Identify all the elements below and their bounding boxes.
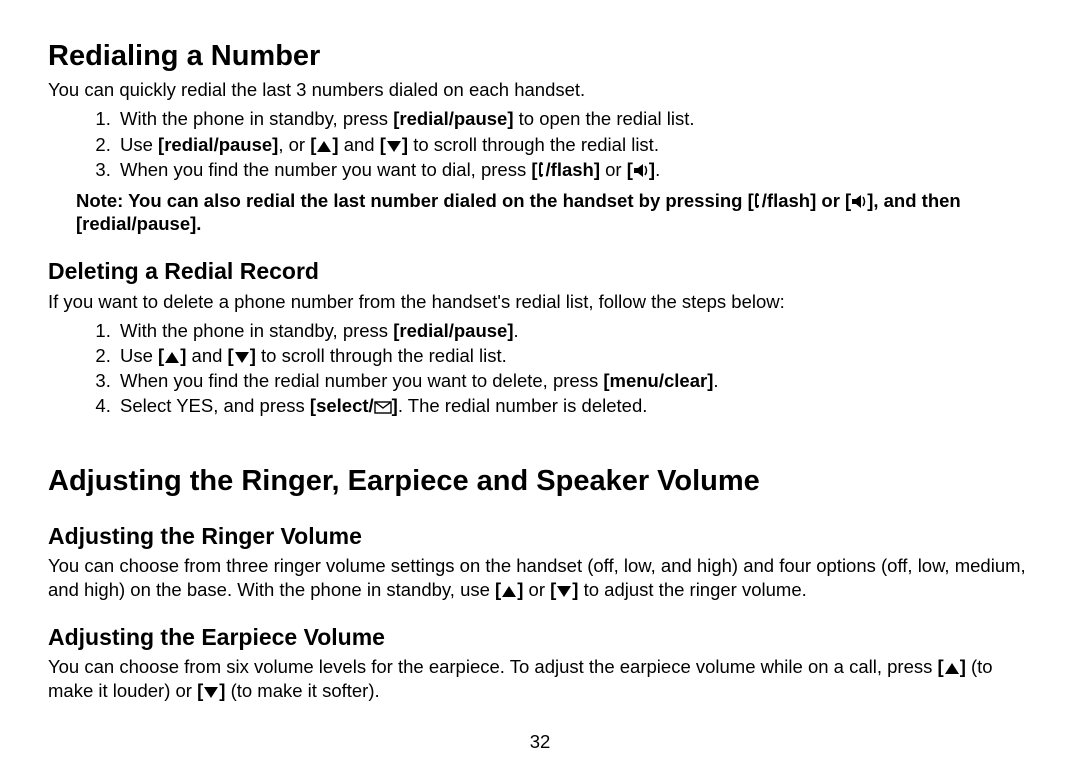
step-text: . The redial number is deleted. [398,395,648,416]
list-item: Select YES, and press [select/]. The red… [116,394,1032,417]
up-arrow-icon [316,140,332,153]
speaker-icon [851,194,867,209]
step-text: With the phone in standby, press [120,320,393,341]
phone-icon [538,161,546,178]
page-number: 32 [48,730,1032,753]
body-text: or [523,579,550,600]
note-redialing: Note: You can also redial the last numbe… [76,189,1032,235]
step-text: or [600,159,627,180]
up-arrow-icon [164,351,180,364]
up-arrow-icon [944,662,960,675]
key-flash: [/flash] [531,159,600,180]
step-text: When you find the number you want to dia… [120,159,531,180]
key-up: [] [310,134,338,155]
heading-deleting: Deleting a Redial Record [48,257,1032,286]
step-text: and [186,345,227,366]
body-text: (to make it softer). [225,680,379,701]
list-item: When you find the redial number you want… [116,369,1032,392]
envelope-icon [374,401,392,414]
key-down: [] [380,134,408,155]
down-arrow-icon [203,686,219,699]
steps-deleting: With the phone in standby, press [redial… [48,319,1032,418]
body-ringer-volume: You can choose from three ringer volume … [48,554,1032,600]
heading-earpiece-volume: Adjusting the Earpiece Volume [48,623,1032,652]
phone-icon [754,192,762,209]
key-up: [] [495,579,523,600]
step-text: With the phone in standby, press [120,108,393,129]
step-text: , or [278,134,310,155]
step-text: Use [120,345,158,366]
list-item: When you find the number you want to dia… [116,158,1032,181]
heading-ringer-volume: Adjusting the Ringer Volume [48,522,1032,551]
key-up: [] [938,656,966,677]
steps-redialing: With the phone in standby, press [redial… [48,107,1032,180]
down-arrow-icon [234,351,250,364]
key-down: [] [228,345,256,366]
key-down: [] [550,579,578,600]
note-text: Note: You can also redial the last numbe… [76,190,961,234]
down-arrow-icon [556,585,572,598]
step-text: Select YES, and press [120,395,310,416]
step-text: . [655,159,660,180]
intro-redialing: You can quickly redial the last 3 number… [48,78,1032,101]
step-text: Use [120,134,158,155]
list-item: With the phone in standby, press [redial… [116,319,1032,342]
key-speaker: [] [627,159,655,180]
body-earpiece-volume: You can choose from six volume levels fo… [48,655,1032,701]
step-text: to scroll through the redial list. [256,345,507,366]
body-text: to adjust the ringer volume. [578,579,806,600]
key-down: [] [197,680,225,701]
step-text: . [514,320,519,341]
intro-deleting: If you want to delete a phone number fro… [48,290,1032,313]
step-text: and [339,134,380,155]
heading-redialing: Redialing a Number [48,38,1032,74]
list-item: Use [redial/pause], or [] and [] to scro… [116,133,1032,156]
key-select: [select/] [310,395,398,416]
step-text: . [713,370,718,391]
list-item: With the phone in standby, press [redial… [116,107,1032,130]
speaker-icon [633,163,649,178]
key-up: [] [158,345,186,366]
up-arrow-icon [501,585,517,598]
list-item: Use [] and [] to scroll through the redi… [116,344,1032,367]
key-label: [redial/pause] [158,134,278,155]
step-text: When you find the redial number you want… [120,370,603,391]
key-label: [redial/pause] [393,108,513,129]
heading-adjusting: Adjusting the Ringer, Earpiece and Speak… [48,463,1032,499]
key-label: [menu/clear] [603,370,713,391]
body-text: You can choose from six volume levels fo… [48,656,938,677]
key-label: [redial/pause] [393,320,513,341]
down-arrow-icon [386,140,402,153]
step-text: to scroll through the redial list. [408,134,659,155]
step-text: to open the redial list. [514,108,695,129]
